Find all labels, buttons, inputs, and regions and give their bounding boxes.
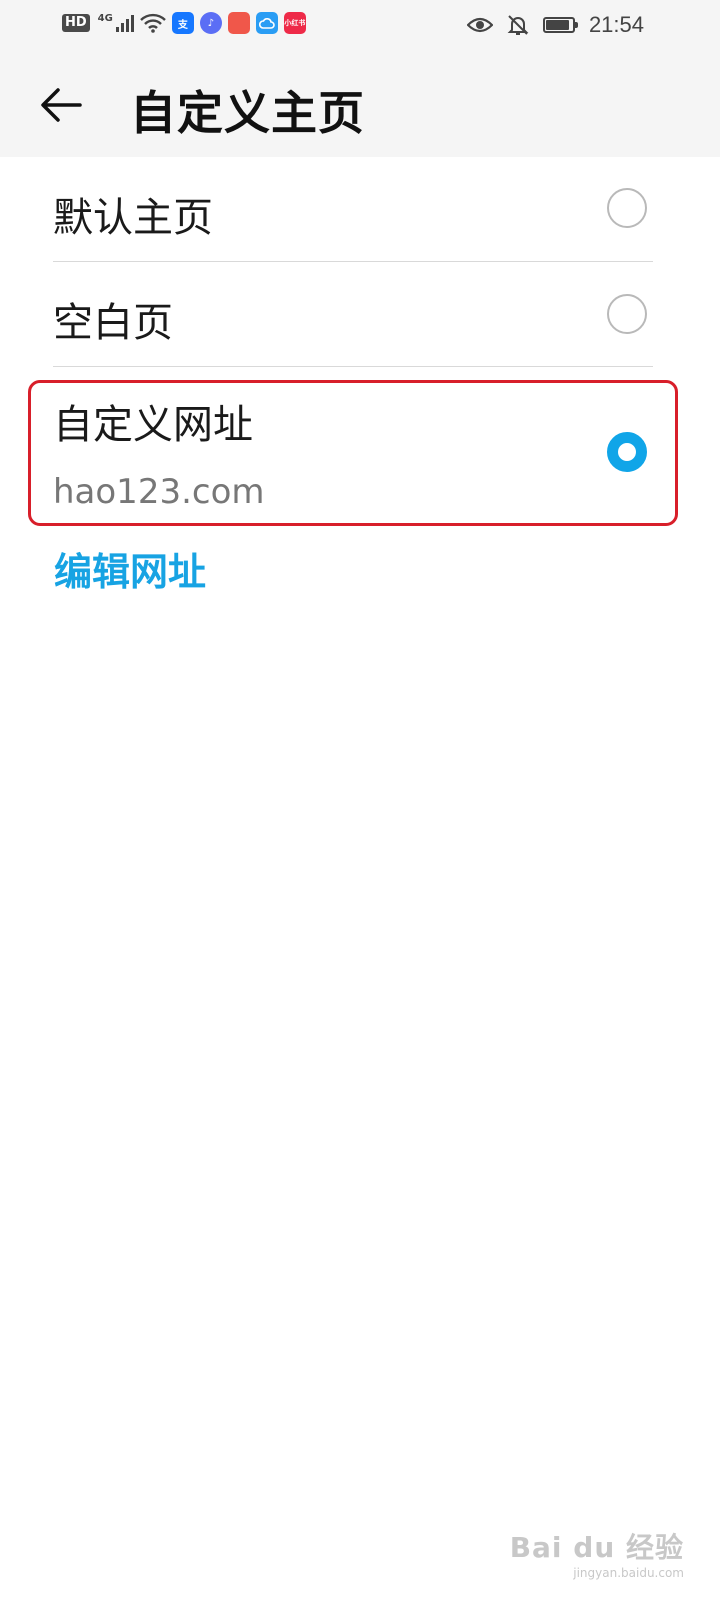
- page-title: 自定义主页: [130, 86, 365, 140]
- watermark: Bai du 经验 jingyan.baidu.com: [510, 1526, 684, 1580]
- divider: [53, 366, 653, 367]
- notifications-off-icon: [507, 15, 529, 35]
- shopping-bag-icon: [227, 12, 250, 34]
- music-icon: ♪: [199, 12, 222, 34]
- status-bar: HD 4G 支 ♪ 小红书 21:54: [0, 0, 720, 52]
- hd-badge: HD: [62, 14, 90, 32]
- back-arrow-icon: [41, 88, 82, 122]
- battery-icon: [542, 17, 578, 33]
- xiaohongshu-icon: 小红书: [283, 12, 306, 34]
- edit-url-link[interactable]: 编辑网址: [54, 541, 206, 596]
- eye-icon: [466, 17, 493, 33]
- status-bar-left: HD 4G 支 ♪ 小红书: [62, 12, 306, 34]
- wifi-icon: [139, 13, 166, 33]
- option-label: 默认主页: [53, 195, 213, 241]
- network-type-label: 4G: [97, 13, 113, 24]
- app-bar: 自定义主页: [0, 52, 720, 157]
- alipay-icon: 支: [171, 12, 194, 34]
- radio-button[interactable]: [607, 294, 647, 334]
- back-button[interactable]: [36, 80, 86, 130]
- status-time: 21:54: [588, 12, 644, 37]
- cellular-signal-icon: 4G: [98, 14, 134, 32]
- option-blank-page[interactable]: 空白页: [53, 262, 653, 367]
- cloud-drive-icon: [255, 12, 278, 34]
- highlight-box: [28, 380, 678, 526]
- option-label: 空白页: [53, 300, 173, 346]
- watermark-logo: Bai du 经验: [509, 1531, 684, 1564]
- watermark-url: jingyan.baidu.com: [573, 1566, 684, 1580]
- status-bar-right: 21:54: [466, 12, 644, 38]
- option-default-homepage[interactable]: 默认主页: [53, 157, 653, 262]
- radio-button[interactable]: [607, 188, 647, 228]
